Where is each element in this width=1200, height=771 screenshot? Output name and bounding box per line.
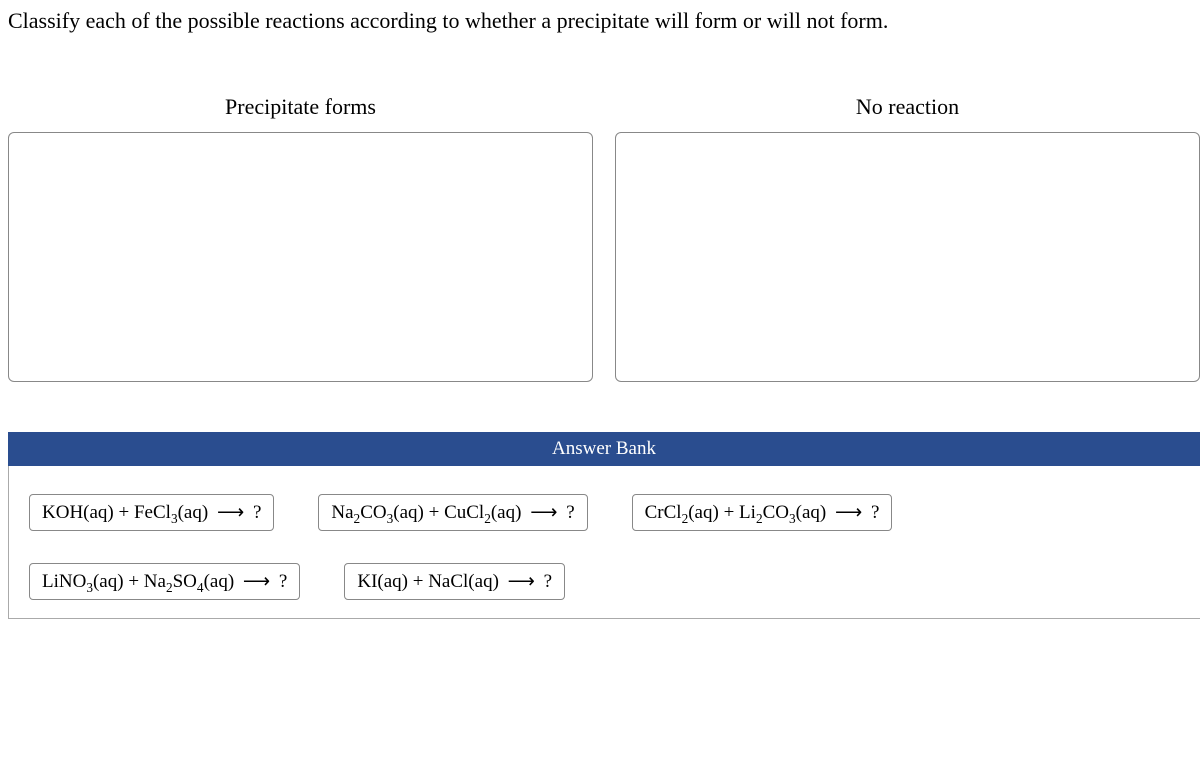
reagent: LiNO3(aq) — [42, 571, 124, 592]
arrow-icon: ⟶ — [239, 570, 274, 593]
categories-row: Precipitate forms No reaction — [8, 94, 1200, 382]
reagent: CrCl2(aq) — [645, 502, 719, 523]
reagent: Na2SO4(aq) — [144, 571, 234, 592]
category-no-reaction: No reaction — [615, 94, 1200, 382]
reagent: Li2CO3(aq) — [739, 502, 826, 523]
product-unknown: ? — [253, 502, 261, 523]
product-unknown: ? — [566, 502, 574, 523]
reaction-chip-5[interactable]: KI(aq) + NaCl(aq) ⟶ ? — [344, 563, 565, 600]
product-unknown: ? — [871, 502, 879, 523]
arrow-icon: ⟶ — [526, 501, 561, 524]
answer-bank: KOH(aq) + FeCl3(aq) ⟶ ? Na2CO3(aq) + CuC… — [8, 466, 1200, 619]
reagent: KI(aq) — [357, 571, 408, 592]
arrow-icon: ⟶ — [504, 570, 539, 593]
dropzone-precipitate[interactable] — [8, 132, 593, 382]
reagent: KOH(aq) — [42, 502, 114, 523]
category-title-left: Precipitate forms — [225, 94, 376, 120]
reagent: NaCl(aq) — [428, 571, 499, 592]
dropzone-no-reaction[interactable] — [615, 132, 1200, 382]
plus: + — [724, 502, 739, 523]
product-unknown: ? — [544, 571, 552, 592]
plus: + — [128, 571, 143, 592]
reagent: CuCl2(aq) — [444, 502, 521, 523]
plus: + — [413, 571, 428, 592]
category-title-right: No reaction — [856, 94, 959, 120]
plus: + — [429, 502, 444, 523]
reaction-chip-3[interactable]: CrCl2(aq) + Li2CO3(aq) ⟶ ? — [632, 494, 893, 531]
reaction-chip-4[interactable]: LiNO3(aq) + Na2SO4(aq) ⟶ ? — [29, 563, 300, 600]
answer-bank-header: Answer Bank — [8, 432, 1200, 466]
arrow-icon: ⟶ — [831, 501, 866, 524]
reaction-chip-2[interactable]: Na2CO3(aq) + CuCl2(aq) ⟶ ? — [318, 494, 587, 531]
category-precipitate: Precipitate forms — [8, 94, 593, 382]
reagent: FeCl3(aq) — [134, 502, 208, 523]
reagent: Na2CO3(aq) — [331, 502, 423, 523]
plus: + — [119, 502, 134, 523]
product-unknown: ? — [279, 571, 287, 592]
arrow-icon: ⟶ — [213, 501, 248, 524]
question-text: Classify each of the possible reactions … — [8, 8, 1200, 34]
reaction-chip-1[interactable]: KOH(aq) + FeCl3(aq) ⟶ ? — [29, 494, 274, 531]
